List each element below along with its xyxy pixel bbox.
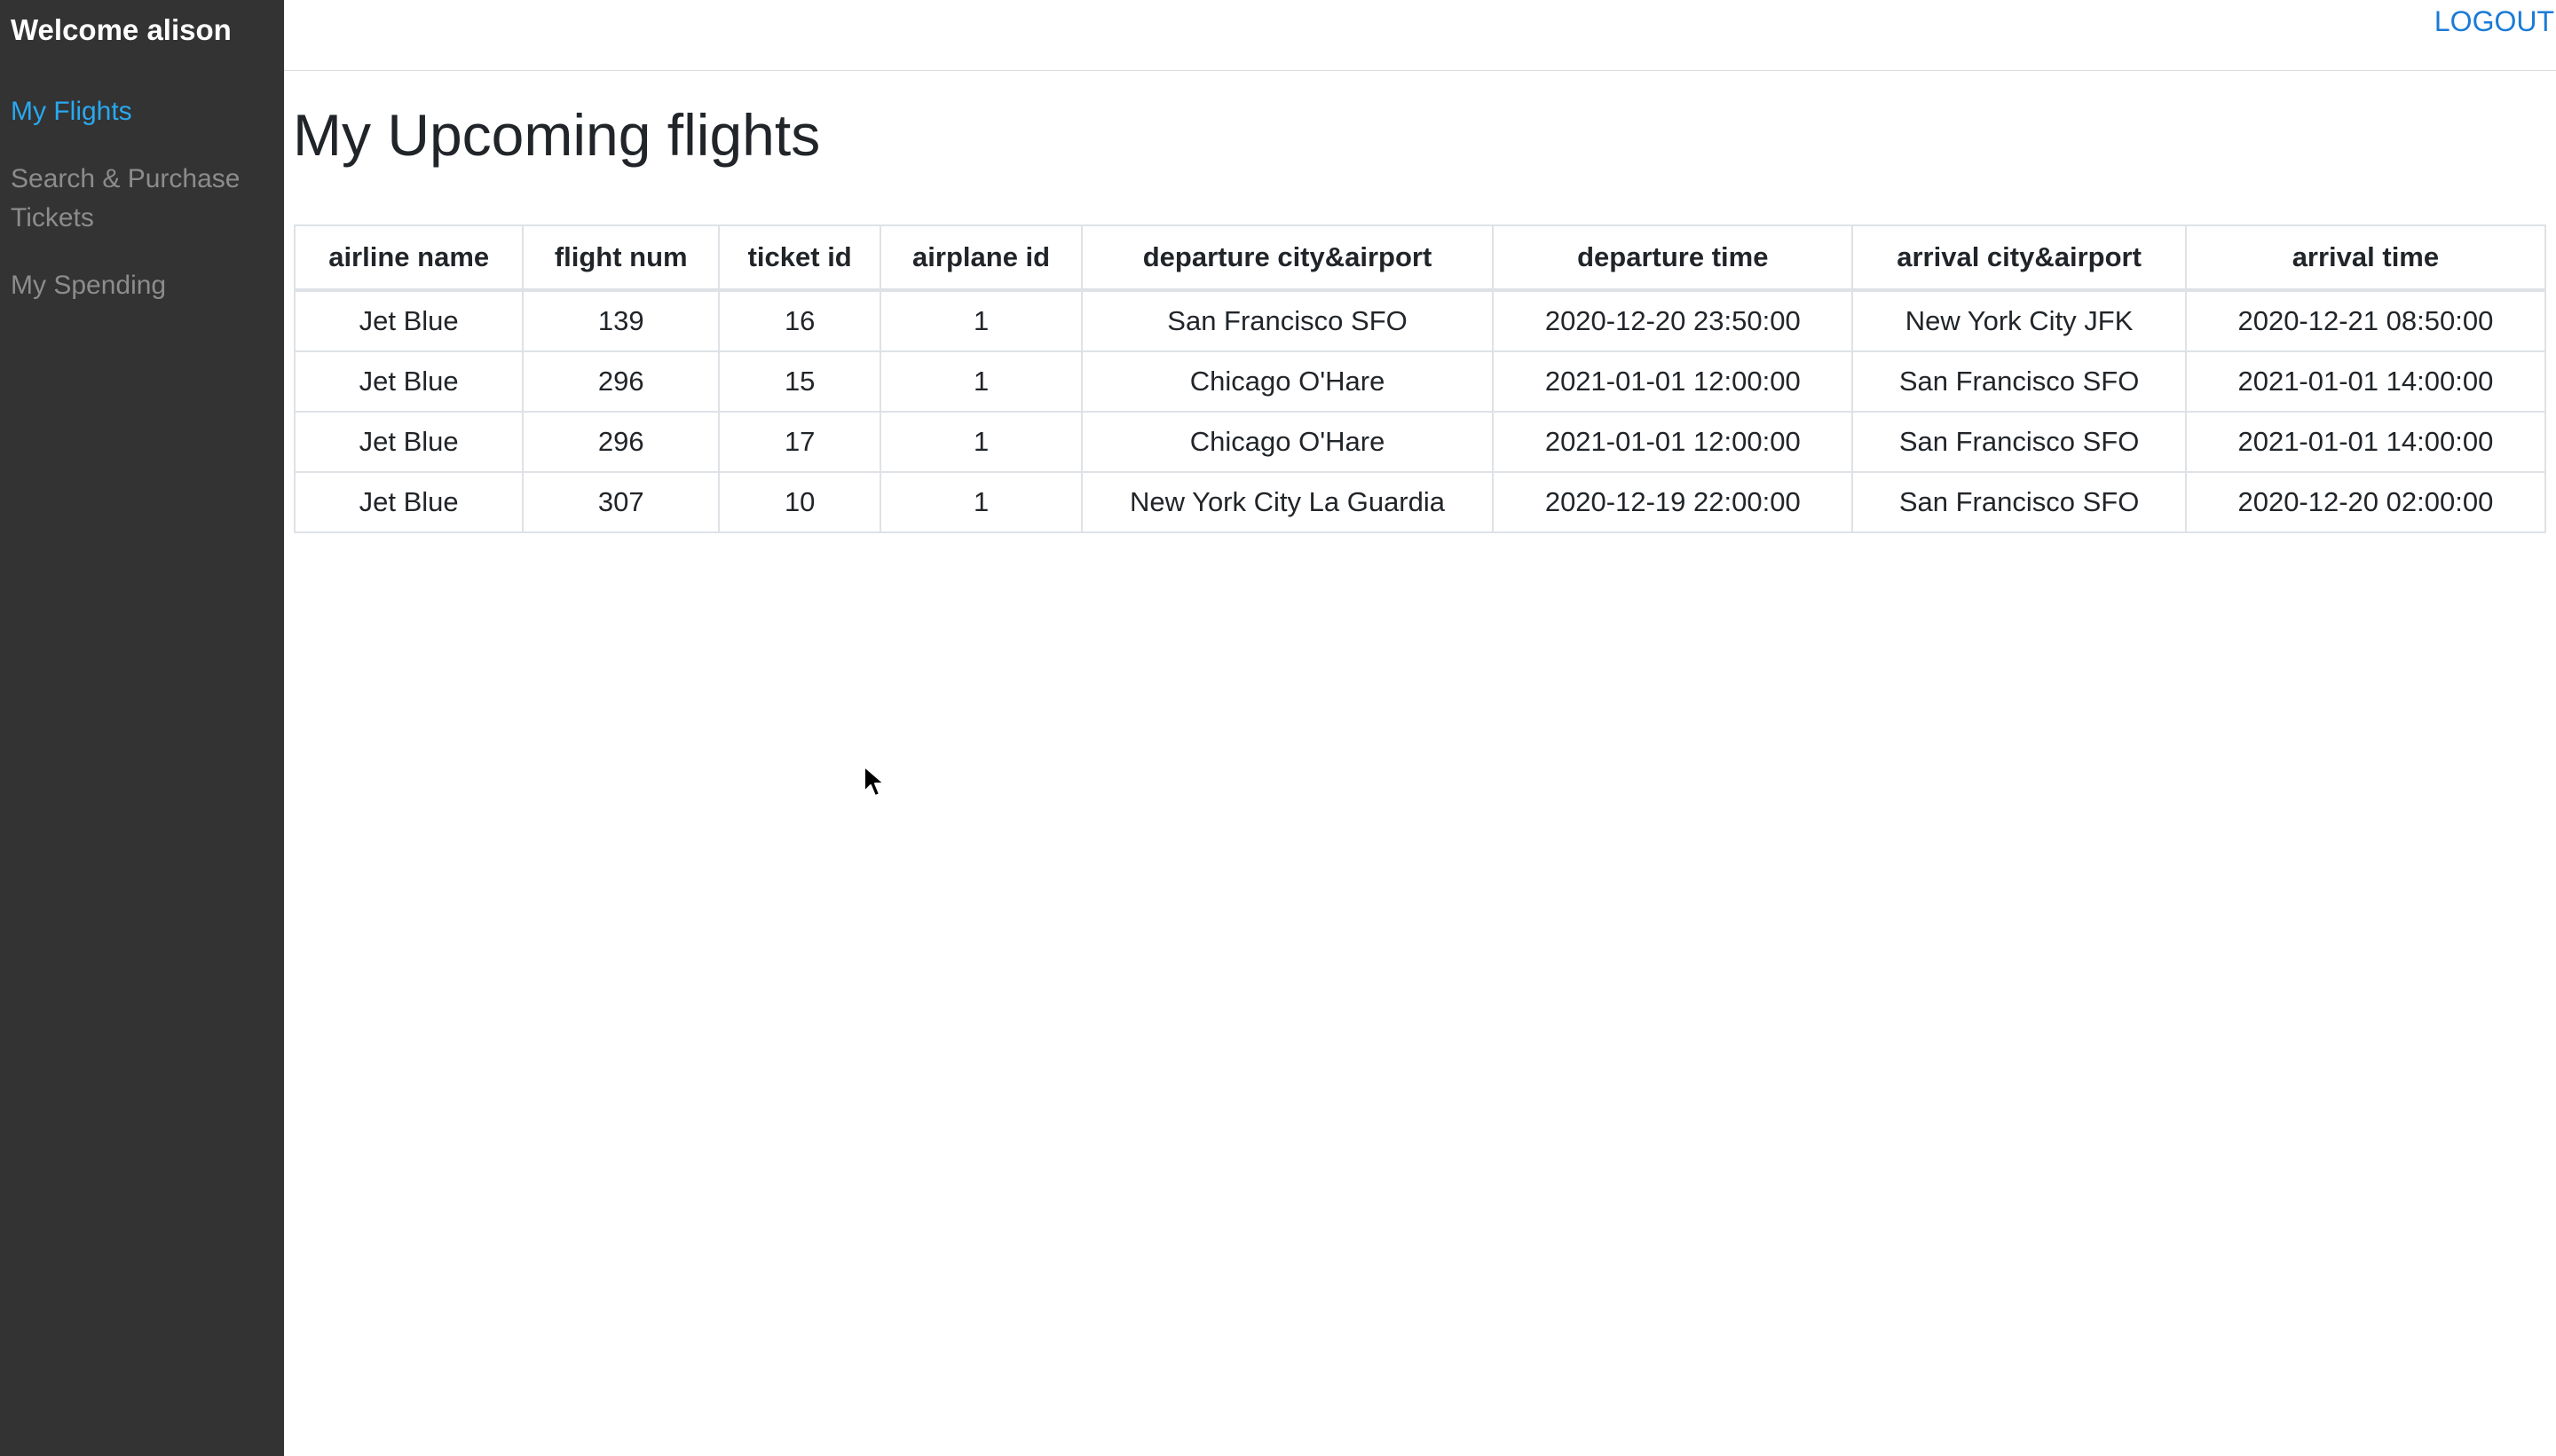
table-body: Jet Blue 139 16 1 San Francisco SFO 2020… [293,289,2547,533]
column-header-airline-name: airline name [293,224,525,292]
cell-ticket-id: 10 [718,471,882,533]
cell-airplane-id: 1 [880,350,1083,413]
cell-arrival-city-airport: San Francisco SFO [1851,411,2187,473]
cell-airplane-id: 1 [880,289,1083,352]
column-header-arrival-city-airport: arrival city&airport [1851,224,2187,292]
cell-departure-time: 2020-12-19 22:00:00 [1492,471,1854,533]
cell-departure-time: 2021-01-01 12:00:00 [1492,350,1854,413]
cell-departure-city-airport: New York City La Guardia [1080,471,1495,533]
cell-arrival-time: 2021-01-01 14:00:00 [2184,411,2547,473]
cell-arrival-time: 2020-12-20 02:00:00 [2184,471,2547,533]
cell-ticket-id: 16 [718,289,882,352]
column-header-departure-time: departure time [1492,224,1854,292]
logout-link[interactable]: LOGOUT [2434,4,2554,39]
table-row: Jet Blue 296 15 1 Chicago O'Hare 2021-01… [293,350,2547,413]
mouse-pointer-icon [864,766,885,797]
cell-flight-num: 296 [522,350,721,413]
sidebar-item-my-spending[interactable]: My Spending [11,266,268,305]
cell-arrival-city-airport: New York City JFK [1851,289,2187,352]
column-header-arrival-time: arrival time [2184,224,2547,292]
table-row: Jet Blue 139 16 1 San Francisco SFO 2020… [293,289,2547,352]
cell-ticket-id: 17 [718,411,882,473]
column-header-departure-city-airport: departure city&airport [1080,224,1495,292]
sidebar-item-my-flights[interactable]: My Flights [11,92,268,131]
sidebar: Welcome alison My Flights Search & Purch… [0,0,284,1456]
page-title: My Upcoming flights [293,102,821,168]
table-row: Jet Blue 296 17 1 Chicago O'Hare 2021-01… [293,411,2547,473]
cell-arrival-time: 2020-12-21 08:50:00 [2184,289,2547,352]
cell-airline-name: Jet Blue [293,411,525,473]
table-header: airline name flight num ticket id airpla… [293,224,2547,292]
top-bar: LOGOUT [284,0,2556,71]
flights-table: airline name flight num ticket id airpla… [293,224,2547,533]
welcome-heading: Welcome alison [11,13,232,46]
cell-airline-name: Jet Blue [293,350,525,413]
cell-airplane-id: 1 [880,471,1083,533]
cell-departure-time: 2020-12-20 23:50:00 [1492,289,1854,352]
cell-airline-name: Jet Blue [293,471,525,533]
cell-airplane-id: 1 [880,411,1083,473]
column-header-ticket-id: ticket id [718,224,882,292]
cell-arrival-time: 2021-01-01 14:00:00 [2184,350,2547,413]
cell-departure-city-airport: Chicago O'Hare [1080,350,1495,413]
cell-flight-num: 139 [522,289,721,352]
table-header-row: airline name flight num ticket id airpla… [293,224,2547,292]
cell-arrival-city-airport: San Francisco SFO [1851,471,2187,533]
app-root: Welcome alison My Flights Search & Purch… [0,0,2556,1456]
cell-flight-num: 307 [522,471,721,533]
cell-airline-name: Jet Blue [293,289,525,352]
cell-flight-num: 296 [522,411,721,473]
sidebar-item-search-purchase-tickets[interactable]: Search & Purchase Tickets [11,160,268,238]
cell-ticket-id: 15 [718,350,882,413]
table-row: Jet Blue 307 10 1 New York City La Guard… [293,471,2547,533]
cell-arrival-city-airport: San Francisco SFO [1851,350,2187,413]
column-header-flight-num: flight num [522,224,721,292]
cell-departure-city-airport: San Francisco SFO [1080,289,1495,352]
cell-departure-city-airport: Chicago O'Hare [1080,411,1495,473]
column-header-airplane-id: airplane id [880,224,1083,292]
cell-departure-time: 2021-01-01 12:00:00 [1492,411,1854,473]
